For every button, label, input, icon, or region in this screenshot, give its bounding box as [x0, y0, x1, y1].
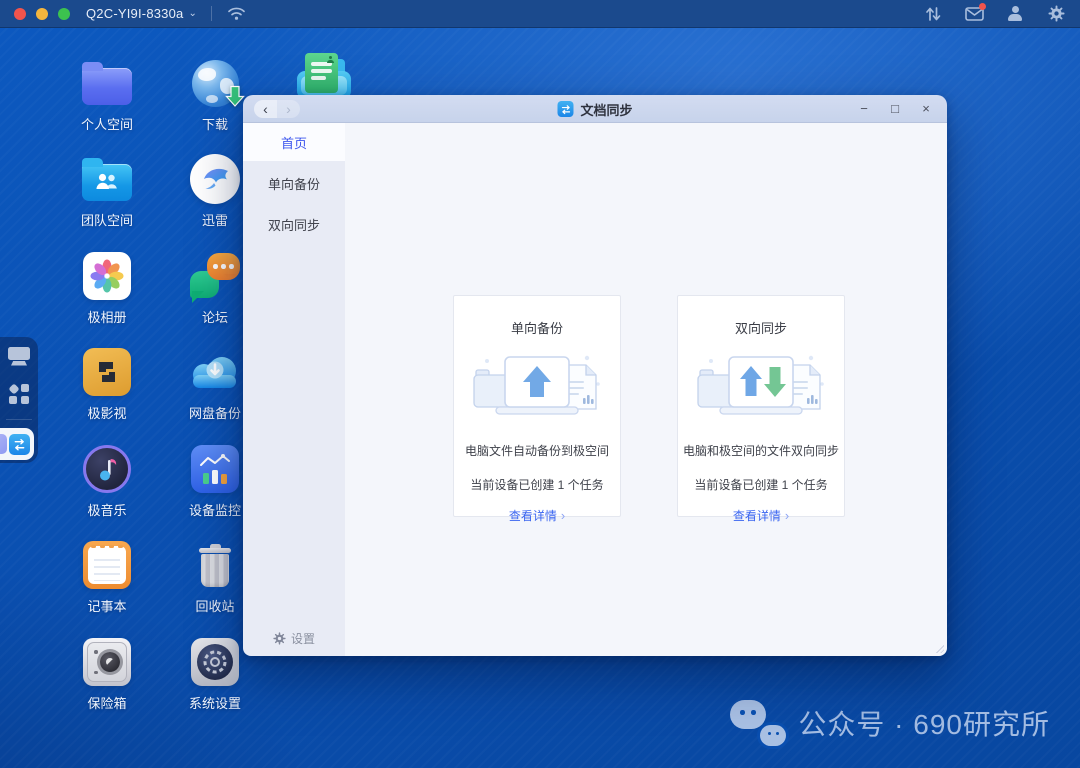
settings-gear-icon[interactable]: [1046, 4, 1066, 24]
card-title: 单向备份: [510, 321, 563, 336]
view-details-link[interactable]: 查看详情 ›: [733, 507, 789, 524]
desktop-icon-label: 论坛: [201, 310, 228, 325]
photos-flower-icon: [83, 252, 131, 300]
desktop-icon-music[interactable]: 极音乐: [57, 443, 157, 519]
settings-label: 设置: [290, 632, 315, 646]
card-title: 双向同步: [734, 321, 787, 336]
notification-badge: [979, 2, 986, 10]
doc-sync-app-icon: [557, 101, 574, 117]
window-sidebar: 首页 单向备份 双向同步 设置: [243, 123, 345, 656]
music-note-icon: [83, 445, 131, 493]
desktop-icon-label: 个人空间: [80, 117, 133, 132]
close-button[interactable]: ×: [919, 101, 933, 116]
mail-icon[interactable]: [964, 2, 986, 24]
computer-icon[interactable]: [0, 337, 38, 375]
zoom-light[interactable]: [58, 7, 70, 20]
chevron-right-icon: ›: [560, 508, 566, 523]
forward-button[interactable]: ›: [277, 99, 300, 118]
sidebar-settings-button[interactable]: 设置: [243, 630, 345, 647]
active-app-tab: [0, 428, 34, 460]
watermark-text: 公众号 · 690研究所: [798, 709, 1050, 740]
device-name-menu[interactable]: Q2C-YI9I-8330a ⌄: [86, 6, 197, 21]
desktop: Q2C-YI9I-8330a ⌄ 个人空间 团队空间 极相册 极影视 极音乐 记…: [0, 0, 1080, 768]
bird-icon: [190, 154, 240, 204]
person-glyph: [327, 56, 334, 63]
chevron-down-icon: ⌄: [188, 8, 198, 19]
download-arrow-icon: [225, 85, 245, 112]
safe-box-icon: [83, 638, 131, 686]
topbar: Q2C-YI9I-8330a ⌄: [0, 0, 1080, 28]
wifi-icon[interactable]: [226, 4, 246, 24]
desktop-icon-label: 系统设置: [188, 696, 241, 711]
window-main: 单向备份 电脑文件自动备份到极空间 当前设备已创建 1 个任务 查看详情 › 双…: [345, 123, 947, 656]
desktop-icon-safe[interactable]: 保险箱: [57, 636, 157, 712]
desktop-icon-label: 保险箱: [87, 696, 127, 711]
desktop-icon-doc-sync[interactable]: [297, 53, 351, 99]
link-label: 查看详情: [508, 509, 557, 523]
desktop-icon-label: 回收站: [195, 599, 235, 614]
dock-divider: [6, 419, 32, 420]
nav-buttons: ‹ ›: [254, 99, 300, 118]
desktop-icon-label: 团队空间: [80, 213, 133, 228]
sidebar-item-home[interactable]: 首页: [243, 123, 345, 161]
card-task-info: 当前设备已创建 1 个任务: [694, 478, 828, 492]
sidebar-item-two-way-sync[interactable]: 双向同步: [243, 205, 345, 243]
gear-icon: [273, 632, 286, 645]
traffic-lights: [14, 7, 70, 20]
watermark: 公众号 · 690研究所: [730, 700, 1050, 746]
chevron-right-icon: ›: [784, 508, 790, 523]
team-folder-icon: [82, 158, 132, 201]
desktop-icon-label: 极影视: [87, 406, 127, 421]
side-dock: [0, 337, 38, 463]
doc-sync-window: ‹ › 文档同步 − □ × 首页 单向备份 双向同步 设置 单向备份 电脑文件…: [243, 95, 947, 656]
desktop-icon-label: 极相册: [87, 310, 127, 325]
link-label: 查看详情: [732, 509, 781, 523]
topbar-divider: [211, 6, 213, 21]
desktop-icon-label: 记事本: [87, 599, 127, 614]
close-light[interactable]: [14, 7, 26, 20]
card-description: 电脑和极空间的文件双向同步: [682, 444, 839, 458]
window-title: 文档同步: [580, 102, 633, 118]
desktop-icon-label: 迅雷: [201, 213, 228, 228]
user-icon[interactable]: [1005, 4, 1025, 24]
chart-icon: [191, 445, 239, 493]
card-task-info: 当前设备已创建 1 个任务: [470, 478, 604, 492]
desktop-icon-label: 极音乐: [87, 503, 127, 518]
desktop-icon-personal-space[interactable]: 个人空间: [57, 57, 157, 133]
desktop-icon-label: 下载: [201, 117, 228, 132]
desktop-icon-photos[interactable]: 极相册: [57, 250, 157, 326]
trash-icon: [199, 543, 231, 587]
transfer-icon[interactable]: [923, 4, 943, 24]
desktop-icon-label: 网盘备份: [188, 406, 241, 421]
one-way-backup-card: 单向备份 电脑文件自动备份到极空间 当前设备已创建 1 个任务 查看详情 ›: [453, 295, 621, 523]
two-way-sync-illustration: [695, 351, 827, 423]
doc-sync-dock-icon[interactable]: [9, 433, 30, 455]
desktop-icon-label: 设备监控: [188, 503, 241, 518]
desktop-icon-team-space[interactable]: 团队空间: [57, 153, 157, 229]
minimize-light[interactable]: [36, 7, 48, 20]
view-details-link[interactable]: 查看详情 ›: [509, 507, 565, 524]
window-titlebar[interactable]: ‹ › 文档同步 − □ ×: [243, 95, 947, 123]
video-app-icon: [83, 348, 131, 396]
two-way-sync-card: 双向同步 电脑和极空间的文件双向同步 当前设备已创建 1 个任务 查看详情 ›: [677, 295, 845, 523]
maximize-button[interactable]: □: [888, 101, 902, 116]
minimize-button[interactable]: −: [857, 101, 871, 116]
folder-icon: [82, 62, 132, 105]
system-gear-icon: [191, 638, 239, 686]
desktop-icon-notes[interactable]: 记事本: [57, 539, 157, 615]
cloud-icon: [193, 357, 236, 388]
back-button[interactable]: ‹: [254, 99, 277, 118]
running-app-icon[interactable]: [0, 434, 7, 454]
one-way-backup-illustration: [471, 351, 603, 423]
sidebar-item-one-way-backup[interactable]: 单向备份: [243, 164, 345, 202]
device-name: Q2C-YI9I-8330a: [86, 6, 184, 21]
apps-grid-icon[interactable]: [0, 375, 38, 413]
window-resize-handle[interactable]: [935, 644, 944, 653]
notepad-icon: [83, 541, 131, 589]
card-description: 电脑文件自动备份到极空间: [464, 444, 609, 458]
wechat-icon: [730, 700, 787, 746]
desktop-icon-video[interactable]: 极影视: [57, 346, 157, 422]
chat-bubbles-icon: [189, 253, 241, 303]
